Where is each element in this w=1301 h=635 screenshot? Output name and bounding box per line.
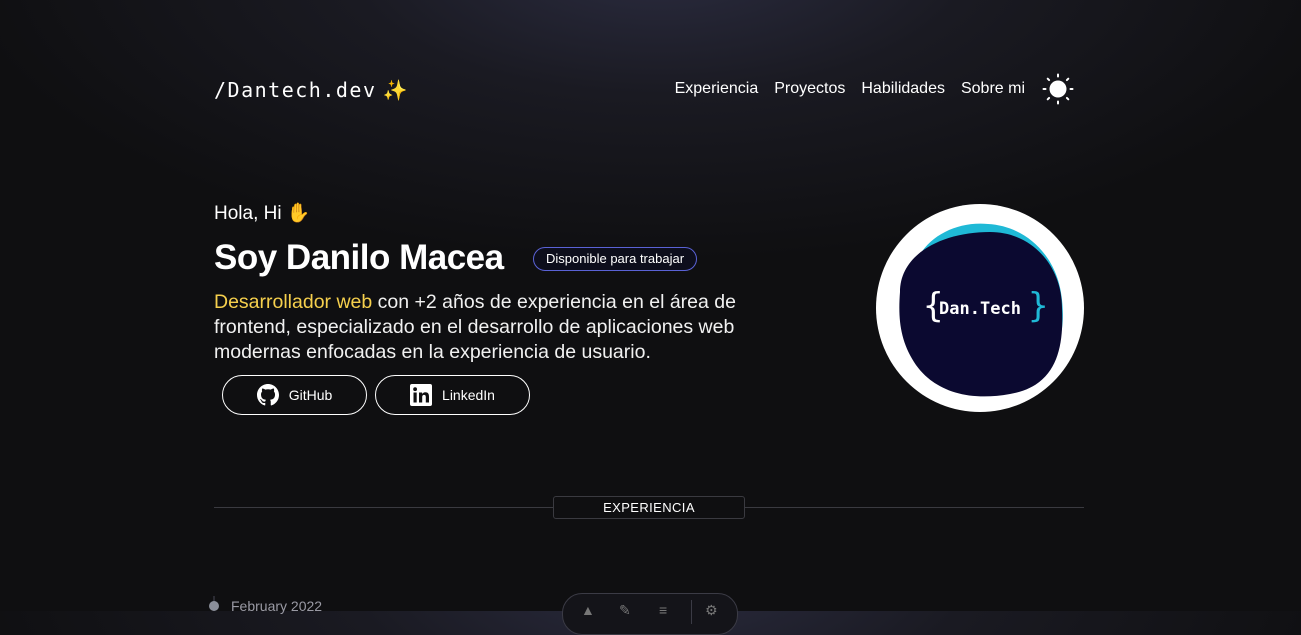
role-highlight: Desarrollador web [214, 291, 373, 313]
main-nav: Experiencia Proyectos Habilidades Sobre … [675, 80, 1025, 98]
section-label-experiencia: EXPERIENCIA [553, 496, 745, 519]
github-icon [256, 384, 279, 406]
github-label: GitHub [288, 387, 333, 403]
greeting-text: Hola, Hi [214, 203, 282, 224]
greeting: Hola, Hi ✋ [214, 201, 311, 225]
linkedin-label: LinkedIn [442, 387, 495, 403]
avatar-logo-text: Dan.Tech [939, 299, 1021, 319]
nav-item-sobre-mi[interactable]: Sobre mi [961, 80, 1025, 98]
nav-item-experiencia[interactable]: Experiencia [675, 80, 759, 98]
wave-hand-icon: ✋ [286, 203, 311, 224]
logo-text: /Dantech.dev [214, 78, 377, 102]
dock-separator [691, 600, 692, 624]
nav-item-proyectos[interactable]: Proyectos [774, 80, 845, 98]
theme-toggle-button[interactable] [1042, 73, 1074, 105]
floating-dock: ▲ ✎ ≡ ⚙ [562, 593, 738, 635]
avatar: { } Dan.Tech [876, 204, 1084, 412]
timeline-date: February 2022 [231, 598, 323, 614]
github-button[interactable]: GitHub [222, 375, 367, 415]
svg-text:}: } [1028, 286, 1048, 326]
sparkle-icon: ✨ [382, 78, 409, 102]
site-logo[interactable]: /Dantech.dev ✨ [214, 78, 409, 102]
hero-description: Desarrollador web con +2 años de experie… [214, 290, 804, 365]
menu-icon[interactable]: ≡ [659, 602, 667, 618]
timeline-dot [209, 601, 219, 611]
home-icon[interactable]: ▲ [581, 602, 595, 618]
sun-icon [1042, 73, 1074, 105]
availability-badge: Disponible para trabajar [533, 247, 698, 271]
linkedin-icon [410, 384, 433, 406]
hero-name: Soy Danilo Macea [214, 238, 504, 277]
dantech-logo: { } Dan.Tech [899, 223, 1063, 397]
linkedin-button[interactable]: LinkedIn [375, 375, 530, 415]
nav-item-habilidades[interactable]: Habilidades [861, 80, 945, 98]
